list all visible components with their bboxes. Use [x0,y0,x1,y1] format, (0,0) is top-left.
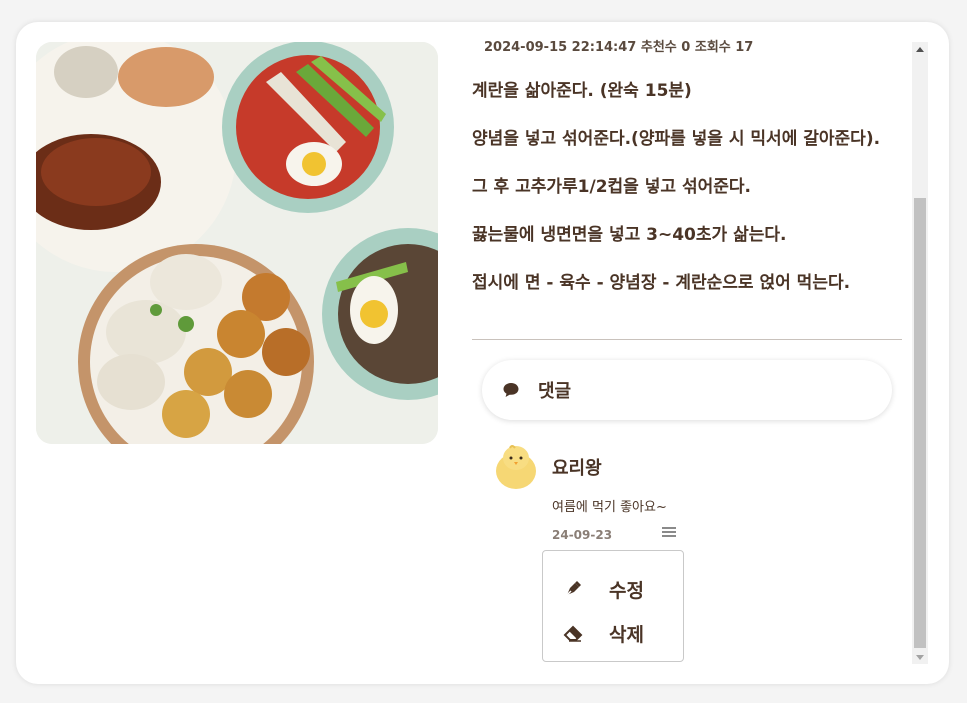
recipe-steps: 계란을 삶아준다. (완숙 15분) 양념을 넣고 섞어준다.(양파를 넣을 시… [472,80,904,320]
comment-text: 여름에 먹기 좋아요~ [552,500,667,515]
recipe-step: 계란을 삶아준다. (완숙 15분) [472,81,692,101]
comment-author: 요리왕 [552,458,602,479]
recipe-content: 2024-09-15 22:14:47 추천수 0 조회수 17 계란을 삶아준… [472,22,912,684]
recipe-step: 양념을 넣고 섞어준다.(양파를 넣을 시 믹서에 갈아준다). [472,129,881,149]
eraser-icon [563,625,583,642]
recipe-step: 접시에 면 - 육수 - 양념장 - 계란순으로 얹어 먹는다. [472,273,851,293]
scroll-thumb[interactable] [914,198,926,648]
delete-label: 삭제 [609,623,644,646]
hamburger-menu-icon[interactable] [662,525,676,539]
comment-item: 요리왕 여름에 먹기 좋아요~ 24-09-23 [494,444,794,542]
recipe-step: 그 후 고추가루1/2컵을 넣고 섞어준다. [472,177,751,197]
food-image [36,42,438,444]
speech-bubble-icon [503,383,519,397]
divider [472,339,902,340]
edit-comment-button[interactable]: 수정 [543,567,683,611]
recipe-step: 끓는물에 냉면면을 넣고 3~40초가 삶는다. [472,225,787,245]
delete-comment-button[interactable]: 삭제 [543,611,683,655]
edit-label: 수정 [609,579,644,602]
recipe-photo [36,42,438,444]
post-meta: 2024-09-15 22:14:47 추천수 0 조회수 17 [484,40,754,55]
pen-icon [565,581,581,597]
recipe-detail-card: 2024-09-15 22:14:47 추천수 0 조회수 17 계란을 삶아준… [16,22,949,684]
scroll-down-arrow-icon[interactable] [912,650,928,664]
comment-actions-menu: 수정 삭제 [542,550,684,662]
vertical-scrollbar[interactable] [912,42,928,664]
comment-date: 24-09-23 [552,528,613,542]
comment-label: 댓글 [538,381,572,402]
scroll-up-arrow-icon[interactable] [912,42,928,56]
chick-avatar-icon [496,445,536,489]
comment-toggle-button[interactable]: 댓글 [482,360,892,420]
